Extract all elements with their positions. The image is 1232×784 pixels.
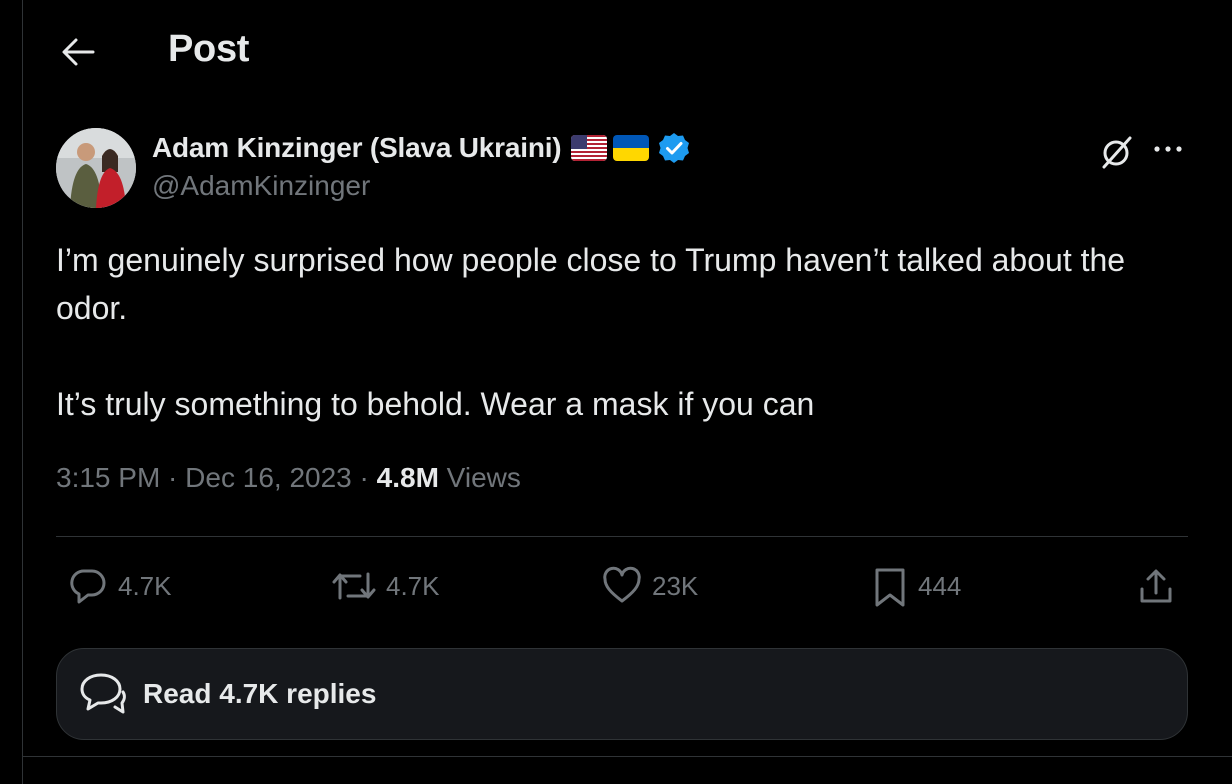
- heart-icon: [603, 566, 641, 603]
- author-handle[interactable]: @AdamKinzinger: [152, 170, 370, 202]
- author-display-name[interactable]: Adam Kinzinger (Slava Ukraini): [152, 132, 562, 164]
- post-date[interactable]: Dec 16, 2023: [185, 462, 352, 494]
- read-replies-label: Read 4.7K replies: [143, 678, 377, 709]
- bottom-divider: [22, 756, 1232, 757]
- post-time[interactable]: 3:15 PM: [56, 462, 160, 494]
- post-actions-bar: 4.7K 4.7K 23K 444: [56, 558, 1188, 614]
- avatar-photo: [56, 128, 136, 208]
- more-horizontal-icon: [1154, 146, 1182, 152]
- post-paragraph: It’s truly something to behold. Wear a m…: [56, 386, 815, 422]
- page-header: Post: [22, 0, 1232, 104]
- share-icon: [1140, 569, 1172, 603]
- ukraine-flag-icon: [613, 135, 650, 161]
- author-name-row: Adam Kinzinger (Slava Ukraini): [152, 129, 691, 167]
- actions-divider: [56, 536, 1188, 537]
- share-button[interactable]: [1134, 558, 1178, 614]
- post-paragraph: I’m genuinely surprised how people close…: [56, 242, 1126, 326]
- views-count: 4.8M: [376, 462, 439, 493]
- bookmark-count: 444: [918, 570, 962, 601]
- like-count: 23K: [652, 570, 699, 601]
- post-metadata: 3:15 PM · Dec 16, 2023 · 4.8M Views: [56, 462, 521, 494]
- avatar[interactable]: [56, 128, 136, 208]
- us-flag-icon: [571, 135, 608, 161]
- post-text: I’m genuinely surprised how people close…: [56, 236, 1196, 428]
- page-title: Post: [168, 28, 250, 70]
- meta-separator: ·: [351, 462, 377, 493]
- verified-badge-icon[interactable]: [657, 131, 691, 165]
- bookmark-icon: [875, 568, 905, 607]
- repost-icon: [332, 572, 376, 600]
- chat-bubbles-icon: [77, 668, 129, 720]
- repost-button[interactable]: 4.7K: [330, 558, 440, 614]
- back-button[interactable]: [58, 30, 98, 74]
- grok-button[interactable]: [1096, 132, 1136, 172]
- arrow-left-icon: [62, 38, 95, 66]
- reply-icon: [70, 569, 106, 604]
- views-label: [439, 462, 447, 494]
- reply-count: 4.7K: [118, 570, 172, 601]
- read-replies-button[interactable]: Read 4.7K replies: [56, 648, 1188, 740]
- grok-icon: [1102, 136, 1132, 169]
- like-button[interactable]: 23K: [600, 558, 698, 614]
- more-options-button[interactable]: [1148, 132, 1188, 166]
- bookmark-button[interactable]: 444: [870, 558, 961, 614]
- meta-separator: ·: [160, 462, 186, 493]
- views-label-text: Views: [446, 462, 521, 493]
- repost-count: 4.7K: [386, 570, 440, 601]
- reply-button[interactable]: 4.7K: [66, 558, 172, 614]
